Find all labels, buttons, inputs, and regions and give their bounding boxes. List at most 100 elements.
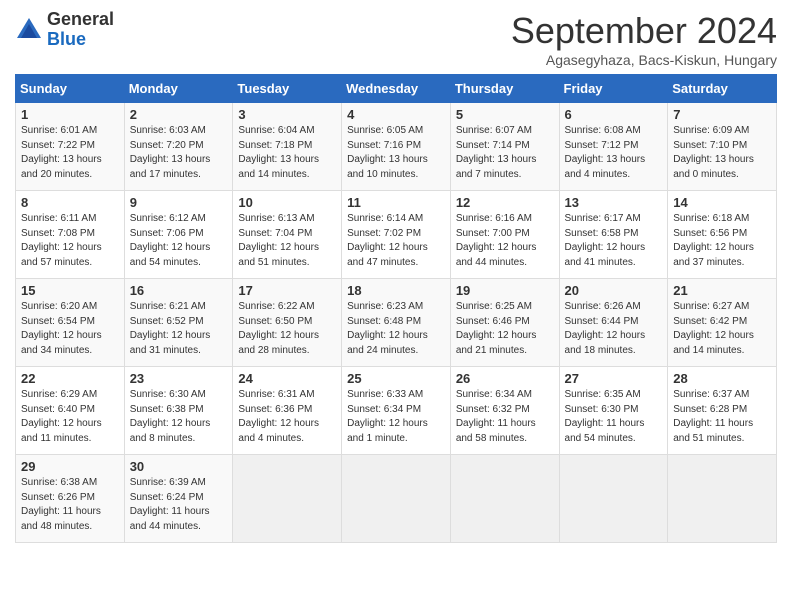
- day-number: 25: [347, 371, 445, 386]
- cell-content: Sunrise: 6:07 AMSunset: 7:14 PMDaylight:…: [456, 124, 554, 182]
- calendar-table: SundayMondayTuesdayWednesdayThursdayFrid…: [15, 74, 777, 543]
- calendar-cell: 2Sunrise: 6:03 AMSunset: 7:20 PMDaylight…: [124, 103, 233, 191]
- cell-content: Sunrise: 6:33 AMSunset: 6:34 PMDaylight:…: [347, 388, 445, 446]
- cell-content: Sunrise: 6:09 AMSunset: 7:10 PMDaylight:…: [673, 124, 771, 182]
- day-number: 15: [21, 283, 119, 298]
- day-number: 5: [456, 107, 554, 122]
- calendar-cell: 25 Sunrise: 6:33 AMSunset: 6:34 PMDayligh…: [342, 367, 451, 455]
- day-number: 10: [238, 195, 336, 210]
- weekday-header-sunday: Sunday: [16, 75, 125, 103]
- calendar-cell: 15 Sunrise: 6:20 AMSunset: 6:54 PMDayligh…: [16, 279, 125, 367]
- logo-general-text: General: [47, 10, 114, 30]
- calendar-cell: 23 Sunrise: 6:30 AMSunset: 6:38 PMDayligh…: [124, 367, 233, 455]
- day-number: 19: [456, 283, 554, 298]
- cell-content: Sunrise: 6:11 AMSunset: 7:08 PMDaylight:…: [21, 212, 119, 270]
- calendar-cell: 12 Sunrise: 6:16 AMSunset: 7:00 PMDayligh…: [450, 191, 559, 279]
- cell-content: Sunrise: 6:27 AMSunset: 6:42 PMDaylight:…: [673, 300, 771, 358]
- weekday-header-monday: Monday: [124, 75, 233, 103]
- cell-content: Sunrise: 6:37 AMSunset: 6:28 PMDaylight:…: [673, 388, 771, 446]
- title-block: September 2024 Agasegyhaza, Bacs-Kiskun,…: [511, 10, 777, 68]
- logo: General Blue: [15, 10, 114, 50]
- calendar-cell: 5 Sunrise: 6:07 AMSunset: 7:14 PMDaylight…: [450, 103, 559, 191]
- day-number: 26: [456, 371, 554, 386]
- weekday-header-tuesday: Tuesday: [233, 75, 342, 103]
- cell-content: Sunrise: 6:03 AMSunset: 7:20 PMDaylight:…: [130, 124, 228, 182]
- calendar-cell: 28 Sunrise: 6:37 AMSunset: 6:28 PMDayligh…: [668, 367, 777, 455]
- cell-content: Sunrise: 6:16 AMSunset: 7:00 PMDaylight:…: [456, 212, 554, 270]
- day-number: 16: [130, 283, 228, 298]
- cell-content: Sunrise: 6:29 AMSunset: 6:40 PMDaylight:…: [21, 388, 119, 446]
- calendar-week-row: 15 Sunrise: 6:20 AMSunset: 6:54 PMDayligh…: [16, 279, 777, 367]
- cell-content: Sunrise: 6:21 AMSunset: 6:52 PMDaylight:…: [130, 300, 228, 358]
- day-number: 14: [673, 195, 771, 210]
- weekday-header-saturday: Saturday: [668, 75, 777, 103]
- cell-content: Sunrise: 6:05 AMSunset: 7:16 PMDaylight:…: [347, 124, 445, 182]
- cell-content: Sunrise: 6:04 AMSunset: 7:18 PMDaylight:…: [238, 124, 336, 182]
- cell-content: Sunrise: 6:08 AMSunset: 7:12 PMDaylight:…: [565, 124, 663, 182]
- calendar-week-row: 1 Sunrise: 6:01 AMSunset: 7:22 PMDaylight…: [16, 103, 777, 191]
- cell-content: Sunrise: 6:01 AMSunset: 7:22 PMDaylight:…: [21, 124, 119, 182]
- day-number: 6: [565, 107, 663, 122]
- calendar-cell: 6 Sunrise: 6:08 AMSunset: 7:12 PMDaylight…: [559, 103, 668, 191]
- calendar-cell: 17 Sunrise: 6:22 AMSunset: 6:50 PMDayligh…: [233, 279, 342, 367]
- calendar-week-row: 22 Sunrise: 6:29 AMSunset: 6:40 PMDayligh…: [16, 367, 777, 455]
- day-number: 28: [673, 371, 771, 386]
- day-number: 20: [565, 283, 663, 298]
- day-number: 11: [347, 195, 445, 210]
- calendar-cell: 21Sunrise: 6:27 AMSunset: 6:42 PMDayligh…: [668, 279, 777, 367]
- calendar-cell: 20 Sunrise: 6:26 AMSunset: 6:44 PMDayligh…: [559, 279, 668, 367]
- day-number: 24: [238, 371, 336, 386]
- cell-content: Sunrise: 6:20 AMSunset: 6:54 PMDaylight:…: [21, 300, 119, 358]
- calendar-cell: [342, 455, 451, 543]
- day-number: 1: [21, 107, 119, 122]
- cell-content: Sunrise: 6:22 AMSunset: 6:50 PMDaylight:…: [238, 300, 336, 358]
- day-number: 23: [130, 371, 228, 386]
- day-number: 18: [347, 283, 445, 298]
- calendar-cell: 19 Sunrise: 6:25 AMSunset: 6:46 PMDayligh…: [450, 279, 559, 367]
- day-number: 30: [130, 459, 228, 474]
- calendar-cell: [668, 455, 777, 543]
- calendar-week-row: 29 Sunrise: 6:38 AMSunset: 6:26 PMDayligh…: [16, 455, 777, 543]
- cell-content: Sunrise: 6:17 AMSunset: 6:58 PMDaylight:…: [565, 212, 663, 270]
- calendar-cell: 16 Sunrise: 6:21 AMSunset: 6:52 PMDayligh…: [124, 279, 233, 367]
- calendar-cell: 4Sunrise: 6:05 AMSunset: 7:16 PMDaylight…: [342, 103, 451, 191]
- logo-icon: [15, 16, 43, 44]
- cell-content: Sunrise: 6:23 AMSunset: 6:48 PMDaylight:…: [347, 300, 445, 358]
- calendar-cell: 14 Sunrise: 6:18 AMSunset: 6:56 PMDayligh…: [668, 191, 777, 279]
- logo-blue-text: Blue: [47, 30, 114, 50]
- weekday-header-wednesday: Wednesday: [342, 75, 451, 103]
- calendar-cell: 24 Sunrise: 6:31 AMSunset: 6:36 PMDayligh…: [233, 367, 342, 455]
- calendar-week-row: 8Sunrise: 6:11 AMSunset: 7:08 PMDaylight…: [16, 191, 777, 279]
- cell-content: Sunrise: 6:12 AMSunset: 7:06 PMDaylight:…: [130, 212, 228, 270]
- day-number: 7: [673, 107, 771, 122]
- calendar-cell: 3Sunrise: 6:04 AMSunset: 7:18 PMDaylight…: [233, 103, 342, 191]
- cell-content: Sunrise: 6:31 AMSunset: 6:36 PMDaylight:…: [238, 388, 336, 446]
- day-number: 17: [238, 283, 336, 298]
- cell-content: Sunrise: 6:39 AMSunset: 6:24 PMDaylight:…: [130, 476, 228, 534]
- cell-content: Sunrise: 6:13 AMSunset: 7:04 PMDaylight:…: [238, 212, 336, 270]
- page-header: General Blue September 2024 Agasegyhaza,…: [15, 10, 777, 68]
- cell-content: Sunrise: 6:18 AMSunset: 6:56 PMDaylight:…: [673, 212, 771, 270]
- calendar-cell: [233, 455, 342, 543]
- calendar-cell: 26Sunrise: 6:34 AMSunset: 6:32 PMDayligh…: [450, 367, 559, 455]
- calendar-cell: 7 Sunrise: 6:09 AMSunset: 7:10 PMDaylight…: [668, 103, 777, 191]
- calendar-cell: 11Sunrise: 6:14 AMSunset: 7:02 PMDayligh…: [342, 191, 451, 279]
- logo-text: General Blue: [47, 10, 114, 50]
- location-text: Agasegyhaza, Bacs-Kiskun, Hungary: [511, 52, 777, 68]
- calendar-cell: 22 Sunrise: 6:29 AMSunset: 6:40 PMDayligh…: [16, 367, 125, 455]
- day-number: 12: [456, 195, 554, 210]
- cell-content: Sunrise: 6:25 AMSunset: 6:46 PMDaylight:…: [456, 300, 554, 358]
- cell-content: Sunrise: 6:35 AMSunset: 6:30 PMDaylight:…: [565, 388, 663, 446]
- weekday-header-thursday: Thursday: [450, 75, 559, 103]
- cell-content: Sunrise: 6:30 AMSunset: 6:38 PMDaylight:…: [130, 388, 228, 446]
- calendar-cell: 27Sunrise: 6:35 AMSunset: 6:30 PMDayligh…: [559, 367, 668, 455]
- day-number: 29: [21, 459, 119, 474]
- weekday-header-row: SundayMondayTuesdayWednesdayThursdayFrid…: [16, 75, 777, 103]
- month-title: September 2024: [511, 10, 777, 52]
- calendar-cell: 1 Sunrise: 6:01 AMSunset: 7:22 PMDaylight…: [16, 103, 125, 191]
- cell-content: Sunrise: 6:26 AMSunset: 6:44 PMDaylight:…: [565, 300, 663, 358]
- day-number: 22: [21, 371, 119, 386]
- cell-content: Sunrise: 6:38 AMSunset: 6:26 PMDaylight:…: [21, 476, 119, 534]
- calendar-cell: [450, 455, 559, 543]
- day-number: 13: [565, 195, 663, 210]
